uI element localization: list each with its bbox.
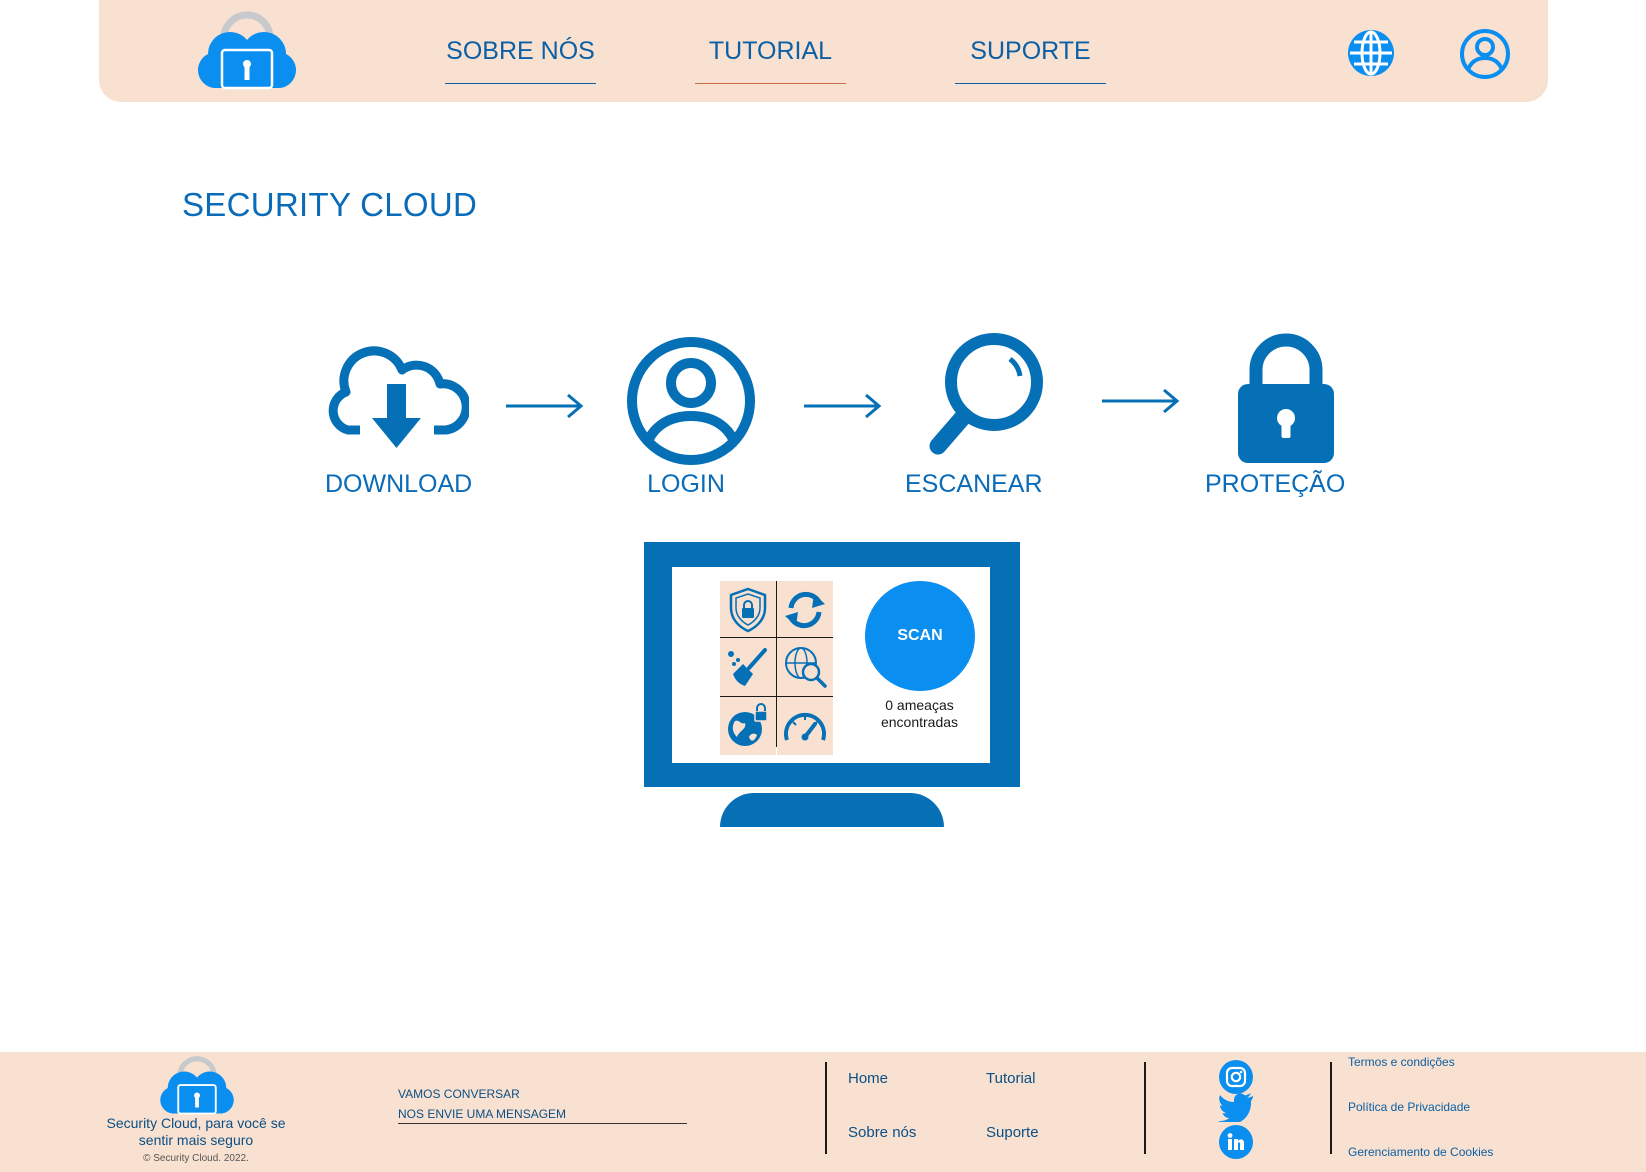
grid-divider bbox=[776, 581, 777, 747]
cleanup-broom-icon[interactable] bbox=[720, 638, 776, 696]
cloud-lock-logo-icon[interactable] bbox=[194, 10, 300, 95]
step-label-login: LOGIN bbox=[647, 470, 725, 498]
footer-link-sobre-nos[interactable]: Sobre nós bbox=[848, 1124, 916, 1141]
step-label-escanear: ESCANEAR bbox=[905, 470, 1043, 498]
footer: Security Cloud, para você se sentir mais… bbox=[0, 1052, 1646, 1172]
grid-divider bbox=[720, 637, 833, 638]
sync-icon[interactable] bbox=[777, 581, 833, 639]
arrow-right-icon bbox=[802, 392, 882, 425]
cookie-management-link[interactable]: Gerenciamento de Cookies bbox=[1348, 1145, 1493, 1159]
speedometer-icon[interactable] bbox=[777, 697, 833, 755]
footer-tagline: Security Cloud, para você se sentir mais… bbox=[106, 1115, 286, 1148]
privacy-policy-link[interactable]: Política de Privacidade bbox=[1348, 1100, 1470, 1114]
scan-status: 0 ameaças encontradas bbox=[880, 697, 959, 730]
top-navigation-bar: SOBRE NÓS TUTORIAL SUPORTE bbox=[99, 0, 1548, 102]
footer-divider bbox=[1330, 1062, 1332, 1154]
arrow-right-icon bbox=[504, 392, 584, 425]
monitor-illustration: SCAN 0 ameaças encontradas bbox=[644, 542, 1020, 787]
shield-lock-icon[interactable] bbox=[720, 581, 776, 639]
padlock-icon bbox=[1236, 332, 1336, 469]
footer-divider bbox=[1144, 1062, 1146, 1154]
arrow-right-icon bbox=[1100, 387, 1180, 420]
footer-link-tutorial[interactable]: Tutorial bbox=[986, 1070, 1035, 1087]
user-circle-icon bbox=[626, 336, 756, 471]
magnifier-icon bbox=[926, 332, 1062, 469]
step-label-protecao: PROTEÇÃO bbox=[1205, 470, 1346, 498]
monitor-screen: SCAN 0 ameaças encontradas bbox=[672, 567, 990, 763]
page-title: SECURITY CLOUD bbox=[182, 186, 478, 223]
twitter-icon[interactable] bbox=[1218, 1092, 1254, 1127]
footer-link-suporte[interactable]: Suporte bbox=[986, 1124, 1039, 1141]
footer-link-home[interactable]: Home bbox=[848, 1070, 888, 1087]
grid-divider bbox=[720, 696, 833, 697]
scan-button[interactable]: SCAN bbox=[865, 581, 975, 691]
cloud-download-icon bbox=[324, 344, 471, 457]
monitor-stand bbox=[720, 793, 944, 827]
footer-divider bbox=[825, 1062, 827, 1154]
send-message-link[interactable]: NOS ENVIE UMA MENSAGEM bbox=[398, 1107, 687, 1124]
contact-heading: VAMOS CONVERSAR bbox=[398, 1087, 520, 1101]
web-search-icon[interactable] bbox=[777, 638, 833, 696]
nav-sobre-nos[interactable]: SOBRE NÓS bbox=[445, 37, 596, 84]
terms-link[interactable]: Termos e condições bbox=[1348, 1055, 1455, 1069]
user-icon[interactable] bbox=[1459, 28, 1511, 85]
nav-suporte[interactable]: SUPORTE bbox=[955, 37, 1106, 84]
cloud-lock-logo-icon[interactable] bbox=[156, 1055, 238, 1120]
linkedin-icon[interactable] bbox=[1219, 1125, 1253, 1159]
instagram-icon[interactable] bbox=[1219, 1060, 1253, 1094]
footer-copyright: © Security Cloud. 2022. bbox=[143, 1153, 249, 1164]
secure-globe-icon[interactable] bbox=[720, 697, 776, 755]
step-label-download: DOWNLOAD bbox=[325, 470, 473, 498]
nav-tutorial[interactable]: TUTORIAL bbox=[695, 37, 846, 84]
globe-icon[interactable] bbox=[1346, 28, 1396, 83]
